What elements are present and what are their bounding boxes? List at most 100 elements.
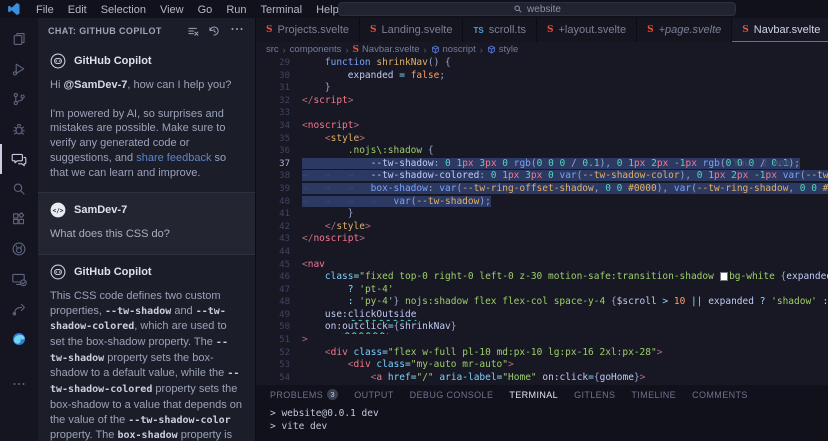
tab-label: Projects.svelte xyxy=(278,24,350,36)
tab--layout-svelte[interactable]: S +layout.svelte xyxy=(537,18,637,42)
code-line: 46 class="fixed top-0 right-0 left-0 z-3… xyxy=(256,271,828,284)
search-icon[interactable] xyxy=(0,174,38,204)
extensions-icon[interactable] xyxy=(0,204,38,234)
clear-chat-icon[interactable] xyxy=(187,25,199,37)
panel-tab-debug-console[interactable]: DEBUG CONSOLE xyxy=(410,390,494,400)
search-value: website xyxy=(527,4,561,15)
menu-terminal[interactable]: Terminal xyxy=(254,4,310,16)
line-number: 43 xyxy=(256,233,290,246)
remote-explorer-icon[interactable] xyxy=(0,264,38,294)
title-bar: FileEditSelectionViewGoRunTerminalHelp ←… xyxy=(0,0,828,18)
typescript-icon: TS xyxy=(473,26,483,35)
breadcrumb-separator: › xyxy=(283,45,286,55)
message-paragraph: Hi @SamDev-7, how can I help you? xyxy=(50,78,243,93)
panel-tab-output[interactable]: OUTPUT xyxy=(354,390,393,400)
panel-tab-terminal[interactable]: TERMINAL xyxy=(509,390,558,400)
line-number: 48 xyxy=(256,296,290,309)
line-number: 37 xyxy=(256,158,290,171)
tab-landing-svelte[interactable]: SLanding.svelte xyxy=(360,18,463,42)
chat-message: </>SamDev-7What does this CSS do? xyxy=(38,192,255,255)
history-icon[interactable] xyxy=(208,25,220,37)
more-icon[interactable] xyxy=(0,369,38,399)
color-swatch-white[interactable] xyxy=(721,273,728,280)
panel-tab-comments[interactable]: COMMENTS xyxy=(692,390,748,400)
code-line: 38→ → → --tw-shadow-colored: 0 1px 3px 0… xyxy=(256,170,828,183)
menu-view[interactable]: View xyxy=(153,4,191,16)
menu-run[interactable]: Run xyxy=(219,4,253,16)
feedback-link[interactable]: share feedback xyxy=(136,152,211,164)
breadcrumb-separator: › xyxy=(424,45,427,55)
copilot-avatar xyxy=(50,53,66,69)
line-number: 50 xyxy=(256,321,290,334)
tab-projects-svelte[interactable]: SProjects.svelte xyxy=(256,18,360,42)
more-icon[interactable] xyxy=(229,21,245,37)
line-number: 34 xyxy=(256,120,290,133)
tab-label: +layout.svelte xyxy=(559,24,627,36)
code-line: 41 } xyxy=(256,208,828,221)
explorer-icon[interactable] xyxy=(0,24,38,54)
menu-file[interactable]: File xyxy=(29,4,61,16)
svelte-icon: S xyxy=(742,25,749,35)
line-number: 33 xyxy=(256,107,290,120)
code-line: 29 function shrinkNav() { xyxy=(256,57,828,70)
terminal-line: > vite dev xyxy=(270,421,828,434)
code-line: 31 } xyxy=(256,82,828,95)
activity-bar xyxy=(0,18,38,441)
line-number: 32 xyxy=(256,95,290,108)
line-number: 47 xyxy=(256,284,290,297)
command-search-input[interactable]: website xyxy=(338,2,736,16)
menu-bar: FileEditSelectionViewGoRunTerminalHelp xyxy=(29,0,346,19)
menu-go[interactable]: Go xyxy=(191,4,220,16)
user-avatar: </> xyxy=(50,202,66,218)
git-blame-annotation: You, 2 mon xyxy=(733,158,790,171)
tab-navbar-svelte[interactable]: SNavbar.svelte✕ xyxy=(732,18,828,42)
tab-label: scroll.ts xyxy=(489,24,526,36)
code-line: 47 ? 'pt-4' xyxy=(256,284,828,297)
breadcrumb-item[interactable]: src xyxy=(266,44,279,55)
line-number: 54 xyxy=(256,372,290,385)
terminal-output[interactable]: > website@0.0.1 dev> vite dev xyxy=(256,404,828,433)
code-line: 40→ → → → var(--tw-shadow); xyxy=(256,196,828,209)
copilot-avatar xyxy=(50,264,66,280)
code-line: 52 <div class="flex w-full pl-10 md:px-1… xyxy=(256,347,828,360)
edge-browser-icon[interactable] xyxy=(0,324,38,354)
panel-tab-gitlens[interactable]: GITLENS xyxy=(574,390,615,400)
menu-selection[interactable]: Selection xyxy=(94,4,153,16)
run-and-debug-icon[interactable] xyxy=(0,54,38,84)
message-paragraph: I'm powered by AI, so surprises and mist… xyxy=(50,107,243,181)
tab--page-svelte[interactable]: S+page.svelte xyxy=(637,18,732,42)
line-number: 52 xyxy=(256,347,290,360)
line-number: 46 xyxy=(256,271,290,284)
svelte-icon: S xyxy=(547,25,554,35)
panel-tab-problems[interactable]: PROBLEMS3 xyxy=(270,389,338,400)
github-icon[interactable] xyxy=(0,234,38,264)
line-number: 31 xyxy=(256,82,290,95)
chat-icon[interactable] xyxy=(0,144,38,174)
chat-message-list: GitHub Copilot Hi @SamDev-7, how can I he… xyxy=(38,44,255,441)
symbol-icon xyxy=(431,45,440,54)
svelte-icon: S xyxy=(352,45,359,55)
chat-header-actions xyxy=(178,21,245,42)
chat-sidebar-title: CHAT: GITHUB COPILOT xyxy=(48,26,178,36)
breadcrumb-item[interactable]: style xyxy=(487,44,519,55)
breadcrumb-item[interactable]: noscript xyxy=(431,44,476,55)
problems-count-badge: 3 xyxy=(327,389,338,400)
code-line: 32</script> xyxy=(256,95,828,108)
bug-icon[interactable] xyxy=(0,114,38,144)
chat-message: GitHub CopilotThis CSS code defines two … xyxy=(38,255,255,441)
line-number: 38 xyxy=(256,170,290,183)
share-icon[interactable] xyxy=(0,294,38,324)
message-author: GitHub Copilot xyxy=(74,54,152,69)
breadcrumb-item[interactable]: SNavbar.svelte xyxy=(352,44,419,55)
breadcrumb-item[interactable]: components xyxy=(290,44,342,55)
line-number: 39 xyxy=(256,183,290,196)
source-control-icon[interactable] xyxy=(0,84,38,114)
code-line: 39→ → → box-shadow: var(--tw-ring-offset… xyxy=(256,183,828,196)
tab-scroll-ts[interactable]: TS scroll.ts xyxy=(463,18,537,42)
code-editor[interactable]: 29 function shrinkNav() {30 expanded = f… xyxy=(256,57,828,385)
line-number: 45 xyxy=(256,259,290,272)
message-paragraph: This CSS code defines two custom propert… xyxy=(50,289,243,441)
panel-tab-timeline[interactable]: TIMELINE xyxy=(631,390,676,400)
menu-edit[interactable]: Edit xyxy=(61,4,94,16)
bottom-panel: PROBLEMS3 OUTPUT DEBUG CONSOLE TERMINAL GITL… xyxy=(256,385,828,441)
